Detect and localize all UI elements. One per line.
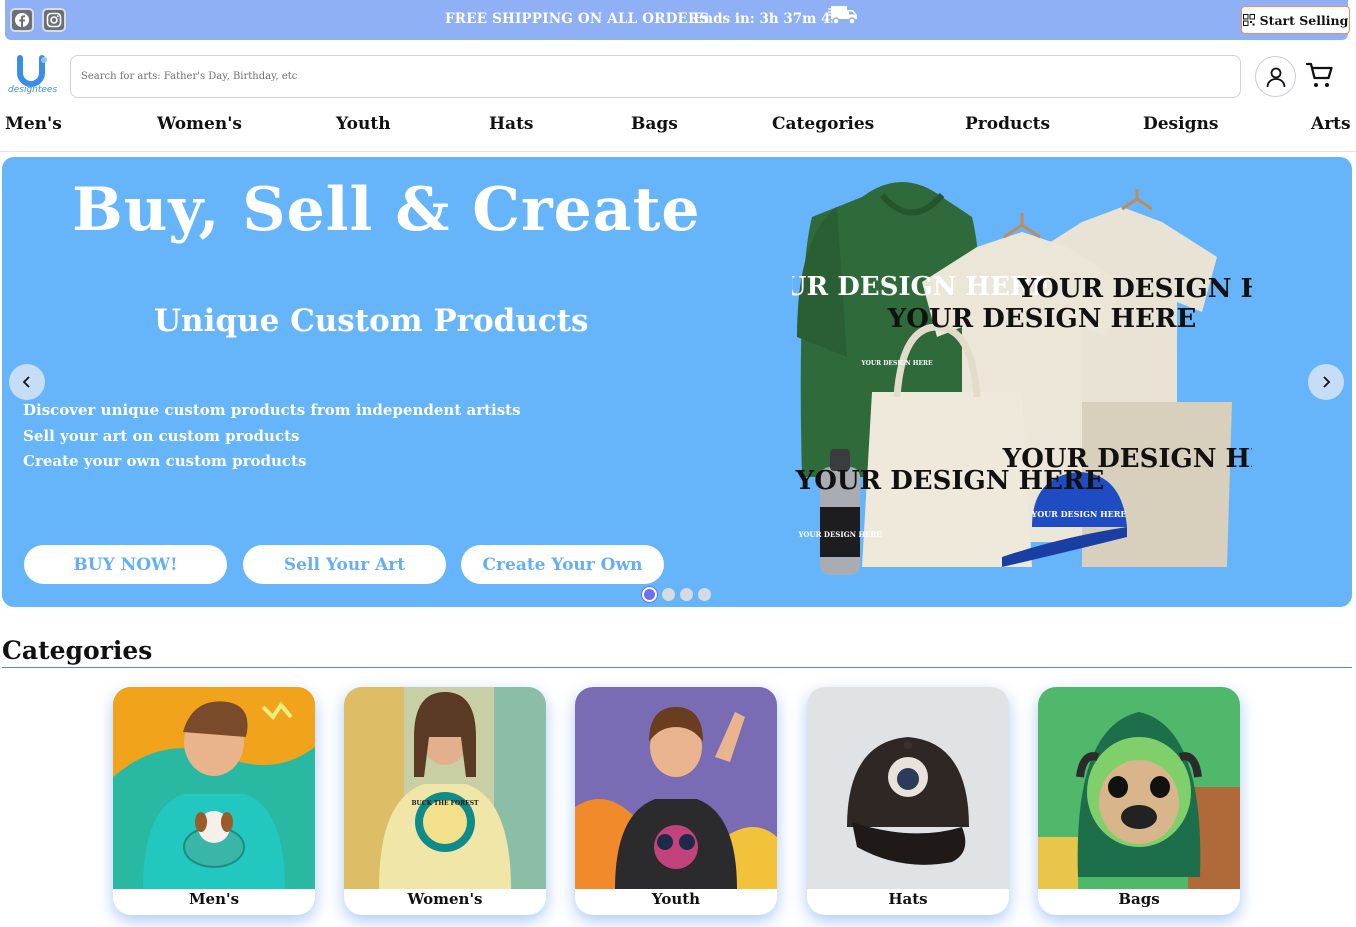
create-your-own-button[interactable]: Create Your Own [461,545,664,584]
category-image [113,687,315,889]
search-bar[interactable] [70,55,1241,98]
hero-description: Discover unique custom products from ind… [23,401,521,478]
divider [2,667,1352,668]
carousel-dot[interactable] [698,588,711,601]
product-mockup-image: YOUR DESIGN HERE YOUR DESIGN HERE YOUR D… [792,182,1252,575]
truck-icon [828,6,857,25]
mockup-text: YOUR DESIGN HERE [797,530,881,539]
mockup-text: YOUR DESIGN HERE [1002,444,1252,474]
carousel-dot[interactable] [642,587,657,602]
category-image [807,687,1009,889]
category-label: Women's [407,890,483,908]
category-card-bags[interactable]: Bags [1038,687,1240,915]
user-icon [1266,67,1285,87]
category-label: Hats [888,890,928,908]
category-label: Men's [188,890,240,908]
hero-carousel: Buy, Sell & Create Unique Custom Product… [2,157,1352,607]
mockup-text: YOUR DESIGN HERE [792,272,1051,302]
qr-icon [1242,14,1255,26]
free-shipping-text: FREE SHIPPING ON ALL ORDERS [445,11,710,27]
nav-item-categories[interactable]: Categories [772,114,874,134]
category-card-mens[interactable]: Men's [113,687,315,915]
logo-text: designtees [8,85,58,95]
sell-your-art-button[interactable]: Sell Your Art [243,545,446,584]
carousel-indicators [642,587,711,602]
hero-line: Create your own custom products [23,452,307,470]
nav-item-mens[interactable]: Men's [5,114,62,134]
hero-line: Discover unique custom products from ind… [23,401,521,419]
hero-subtitle: Unique Custom Products [154,303,589,339]
mockup-small-text: YOUR DESIGN HERE [860,360,933,367]
category-label: Youth [651,890,701,908]
chevron-left-icon [22,376,30,388]
carousel-prev-button[interactable] [9,364,45,400]
category-card-youth[interactable]: Youth [575,687,777,915]
category-image [1038,687,1240,889]
site-logo[interactable]: designtees [8,55,58,97]
search-input[interactable] [71,56,1240,97]
nav-item-arts[interactable]: Arts [1311,114,1351,134]
carousel-dot[interactable] [680,588,693,601]
nav-item-womens[interactable]: Women's [157,114,242,134]
promo-bar: FREE SHIPPING ON ALL ORDERS Ends in: 3h … [5,0,1350,40]
account-button[interactable] [1255,56,1296,97]
category-image [575,687,777,889]
start-selling-label: Start Selling [1259,12,1349,28]
categories-heading: Categories [2,636,153,665]
carousel-next-button[interactable] [1308,364,1344,400]
hero-title: Buy, Sell & Create [72,175,701,245]
nav-item-designs[interactable]: Designs [1143,114,1218,134]
buy-now-button[interactable]: BUY NOW! [24,545,227,584]
category-card-womens[interactable]: BUCK THE FOREST Women's [344,687,546,915]
mockup-text: YOUR DESIGN HERE [887,304,1197,334]
start-selling-button[interactable]: Start Selling [1241,6,1350,34]
category-label: Bags [1118,890,1160,908]
nav-item-bags[interactable]: Bags [631,114,678,134]
instagram-icon[interactable] [42,8,66,32]
category-card-hats[interactable]: Hats [807,687,1009,915]
shirt-print-text: BUCK THE FOREST [411,800,479,807]
nav-item-products[interactable]: Products [965,114,1050,134]
facebook-icon[interactable] [10,8,34,32]
mockup-text: YOUR DESIGN HERE [1017,274,1252,304]
social-links [10,8,66,32]
nav-item-youth[interactable]: Youth [336,114,391,134]
hero-line: Sell your art on custom products [23,426,300,445]
main-nav: Men's Women's Youth Hats Bags Categories… [0,112,1356,152]
carousel-dot[interactable] [662,588,675,601]
chevron-right-icon [1323,376,1331,388]
nav-item-hats[interactable]: Hats [489,114,534,134]
mockup-text: YOUR DESIGN HERE [1031,509,1127,519]
cart-icon[interactable] [1305,60,1335,90]
sale-countdown: Ends in: 3h 37m 4s [693,11,839,27]
category-image: BUCK THE FOREST [344,687,546,889]
